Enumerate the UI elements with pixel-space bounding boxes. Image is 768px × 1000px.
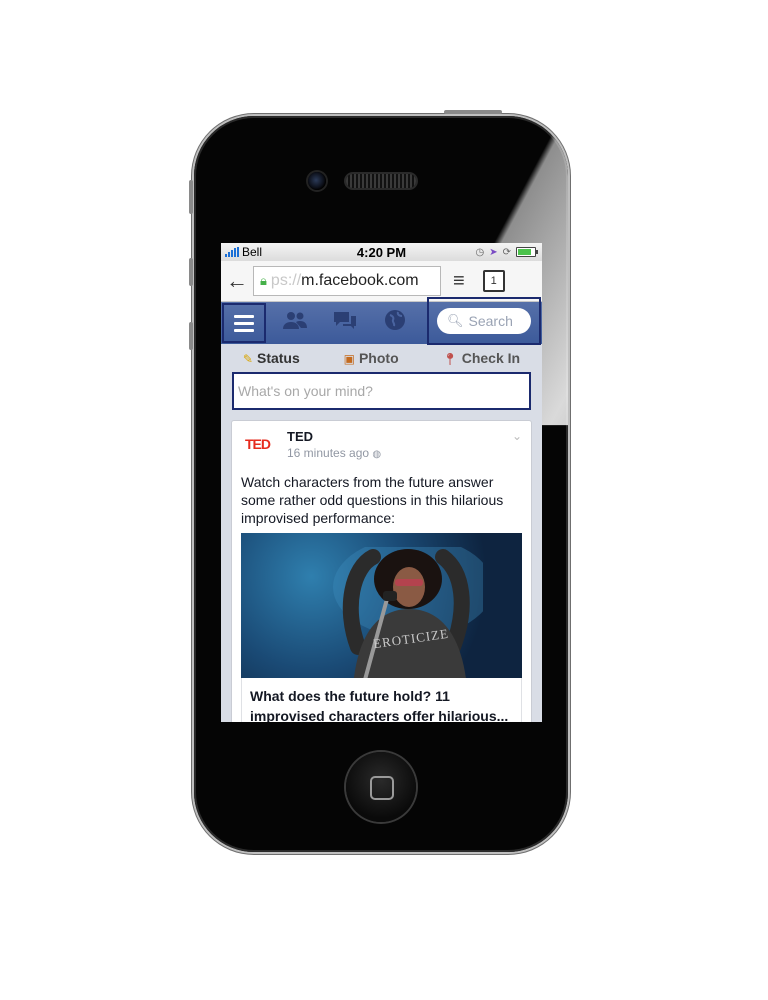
status-input[interactable]: What's on your mind? <box>232 372 531 410</box>
back-arrow-icon[interactable]: ← <box>221 268 253 294</box>
chevron-down-icon[interactable]: ⌄ <box>512 429 522 443</box>
menu-hamburger-button[interactable] <box>222 303 266 343</box>
photo-label: Photo <box>358 350 399 366</box>
post-author[interactable]: TED <box>287 429 381 444</box>
checkin-label: Check In <box>461 350 521 366</box>
speaker-photo <box>333 547 483 678</box>
browser-toolbar: ← 🔒︎ ps:// m.facebook.com ≡ 1 <box>221 261 542 302</box>
location-icon: ➤ <box>489 246 498 258</box>
signal-icon <box>225 247 239 257</box>
messages-icon[interactable] <box>325 310 365 336</box>
public-globe-icon: ◍ <box>372 449 382 460</box>
battery-icon <box>516 247 538 257</box>
earpiece-speaker <box>346 174 416 188</box>
volume-down-button <box>189 322 193 350</box>
post-time-text: 16 minutes ago <box>287 446 370 460</box>
carrier-name: Bell <box>242 245 263 259</box>
photo-icon: ▣ <box>343 352 355 366</box>
browser-menu-icon[interactable]: ≡ <box>453 270 465 293</box>
search-input[interactable]: 🔍︎ Search <box>437 308 531 334</box>
url-scheme: ps:// <box>270 272 302 289</box>
location-pin-icon: 📍︎ <box>442 352 458 366</box>
news-feed-post: TED TED 16 minutes ago ◍ ⌄ Watch charact… <box>231 420 532 722</box>
home-button[interactable] <box>346 752 416 822</box>
friend-requests-icon[interactable] <box>275 310 315 336</box>
link-preview-title[interactable]: What does the future hold? 11 improvised… <box>241 678 522 722</box>
url-host: m.facebook.com <box>301 272 419 289</box>
facebook-nav-bar: 🔍︎ Search <box>221 297 542 345</box>
lock-icon: 🔒︎ <box>260 273 267 288</box>
notifications-globe-icon[interactable] <box>375 309 415 337</box>
search-icon: 🔍︎ <box>447 313 464 328</box>
search-placeholder: Search <box>468 313 513 329</box>
search-highlight: 🔍︎ Search <box>427 297 541 345</box>
status-label: Status <box>256 350 300 366</box>
status-tab[interactable]: ✎ Status <box>243 350 300 366</box>
alarm-icon: ◷ <box>475 246 485 258</box>
tabs-button[interactable]: 1 <box>482 270 505 292</box>
checkin-tab[interactable]: 📍︎ Check In <box>442 350 520 366</box>
status-bar: Bell 4:20 PM ◷ ➤ ⟳ <box>221 243 542 261</box>
status-input-placeholder: What's on your mind? <box>238 383 373 399</box>
rotation-lock-icon: ⟳ <box>502 246 511 258</box>
home-square-icon <box>370 776 394 800</box>
mute-switch <box>189 180 193 214</box>
power-button <box>444 110 502 114</box>
address-bar[interactable]: 🔒︎ ps:// m.facebook.com <box>253 266 441 296</box>
post-timestamp[interactable]: 16 minutes ago ◍ <box>287 446 381 460</box>
volume-up-button <box>189 258 193 286</box>
composer-actions: ✎ Status ▣ Photo 📍︎ Check In <box>221 344 542 372</box>
phone-screen: Bell 4:20 PM ◷ ➤ ⟳ ← 🔒︎ ps:// m.facebook… <box>221 243 542 722</box>
front-camera <box>308 172 326 190</box>
link-title-text: What does the future hold? 11 improvised… <box>250 688 509 722</box>
post-text: Watch characters from the future answer … <box>241 474 504 526</box>
photo-tab[interactable]: ▣ Photo <box>344 350 399 366</box>
post-image[interactable]: EROTICIZE <box>241 533 522 678</box>
ted-logo[interactable]: TED <box>245 436 277 452</box>
status-pencil-icon: ✎ <box>242 352 253 366</box>
